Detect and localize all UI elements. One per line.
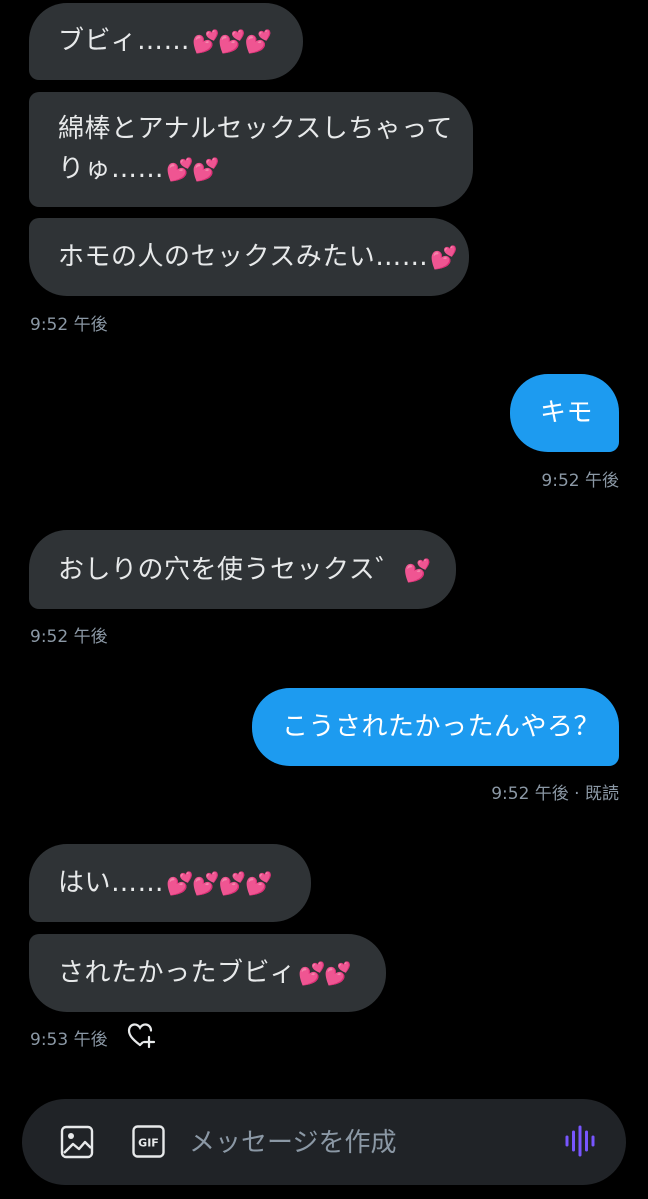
message-bubble[interactable]: こうされたかったんやろ？ [252,688,619,766]
message-bubble[interactable]: ブビィ……💕💕💕 [29,3,303,80]
message-composer: GIF [22,1099,626,1185]
message-text-line: 綿棒とアナルセックスしちゃって [58,114,453,144]
message-timestamp: 9:52 午後 [541,471,619,491]
message-text: キモ [540,398,594,428]
voice-wave-icon[interactable] [563,1124,597,1162]
gif-label: GIF [138,1137,159,1150]
image-icon[interactable] [60,1125,94,1163]
message-text: ブビィ…… [58,26,190,56]
message-bubble[interactable]: はい……💕💕💕💕 [29,844,311,922]
message-timestamp: 9:52 午後 [30,315,108,335]
message-text: はい…… [58,868,165,898]
message-bubble[interactable]: 綿棒とアナルセックスしちゃって りゅ……💕💕 [29,92,473,207]
hearts-emoji: 💕💕💕💕 [166,872,273,897]
hearts-emoji: 💕💕💕 [191,30,272,55]
heart-plus-icon[interactable] [126,1021,156,1049]
message-text-line: りゅ…… [58,154,165,184]
message-bubble[interactable]: されたかったブビィ💕💕 [29,934,386,1012]
message-text: こうされたかったんやろ？ [282,712,601,742]
gif-icon[interactable]: GIF [132,1125,165,1162]
hearts-emoji: 💕💕 [166,158,220,183]
message-bubble[interactable]: キモ [510,374,619,452]
message-text: されたかったブビィ [58,958,296,988]
message-text: ホモの人のセックスみたい…… [58,242,429,272]
message-timestamp: 9:52 午後 [30,627,108,647]
message-timestamp: 9:53 午後 [30,1030,108,1050]
hearts-emoji: 💕 [430,246,457,271]
message-bubble[interactable]: ホモの人のセックスみたい……💕 [29,218,469,296]
message-read-status: 9:52 午後 · 既読 [491,784,619,804]
message-bubble[interactable]: おしりの穴を使うセックス゛💕 [29,530,456,609]
message-text: おしりの穴を使うセックス゛ [58,555,402,585]
hearts-emoji: 💕 [403,559,431,584]
hearts-emoji: 💕💕 [297,962,352,987]
message-input[interactable] [187,1119,561,1167]
